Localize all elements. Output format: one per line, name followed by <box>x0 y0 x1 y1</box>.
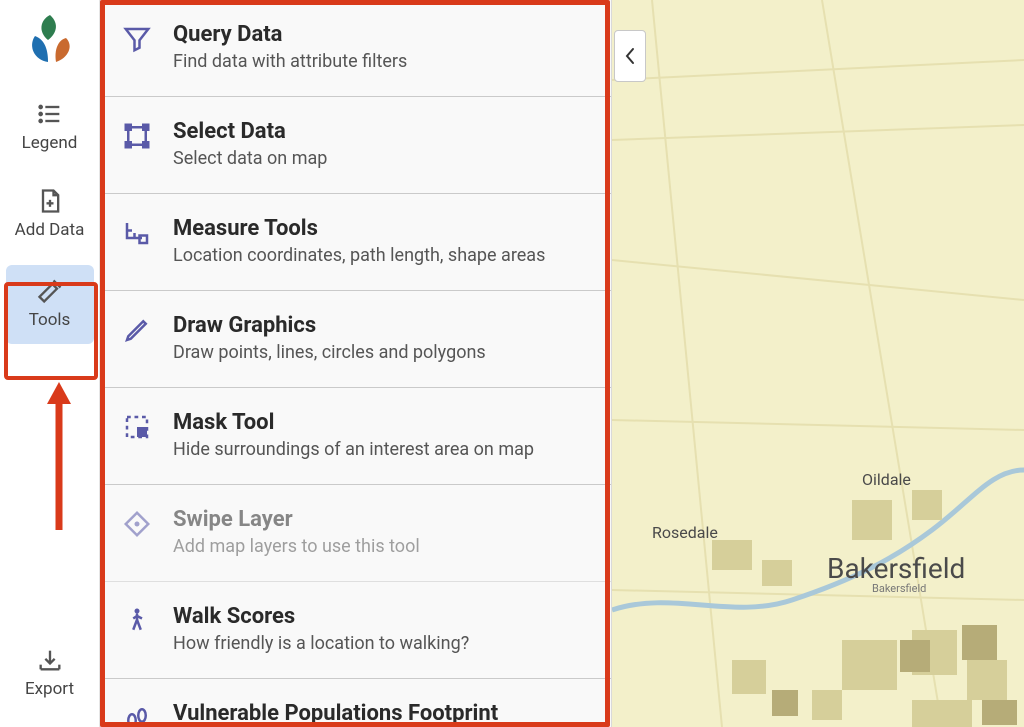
nav-add-data[interactable]: Add Data <box>6 175 94 254</box>
map-canvas[interactable]: Oildale Rosedale Bakersfield Bakersfield <box>612 0 1024 727</box>
nav-legend-label: Legend <box>22 134 78 153</box>
tools-panel-container: Query Data Find data with attribute filt… <box>100 0 612 727</box>
tool-vuln-title: Vulnerable Populations Footprint <box>173 701 498 726</box>
download-icon <box>36 646 64 674</box>
tool-mask[interactable]: Mask Tool Hide surroundings of an intere… <box>101 388 611 485</box>
tool-walk-title: Walk Scores <box>173 604 469 629</box>
map-label-oildale: Oildale <box>862 470 911 489</box>
pencil-icon <box>121 315 153 347</box>
tool-select-data[interactable]: Select Data Select data on map <box>101 97 611 194</box>
nav-add-data-label: Add Data <box>15 221 85 240</box>
tool-mask-title: Mask Tool <box>173 410 534 435</box>
sidebar-nav: Legend Add Data Tools Export <box>0 0 100 727</box>
file-plus-icon <box>36 187 64 215</box>
tool-vulnerable-populations[interactable]: Vulnerable Populations Footprint <box>101 679 611 727</box>
chevron-left-icon <box>624 47 636 65</box>
nav-tools[interactable]: Tools <box>6 265 94 344</box>
tool-mask-desc: Hide surroundings of an interest area on… <box>173 439 534 460</box>
tool-draw[interactable]: Draw Graphics Draw points, lines, circle… <box>101 291 611 388</box>
tool-measure[interactable]: Measure Tools Location coordinates, path… <box>101 194 611 291</box>
tool-query-data-title: Query Data <box>173 22 407 47</box>
list-icon <box>36 100 64 128</box>
tool-draw-title: Draw Graphics <box>173 313 486 338</box>
tool-swipe-layer: Swipe Layer Add map layers to use this t… <box>101 485 611 582</box>
nav-export[interactable]: Export <box>6 634 94 713</box>
walk-icon <box>121 606 153 638</box>
bounding-box-icon <box>121 121 153 153</box>
tool-walk-desc: How friendly is a location to walking? <box>173 633 469 654</box>
tools-icon <box>36 277 64 305</box>
map-label-bakersfield: Bakersfield <box>827 552 965 585</box>
footprint-icon <box>121 703 153 727</box>
tool-draw-desc: Draw points, lines, circles and polygons <box>173 342 486 363</box>
tool-swipe-desc: Add map layers to use this tool <box>173 536 420 557</box>
mask-icon <box>121 412 153 444</box>
tools-panel: Query Data Find data with attribute filt… <box>100 0 612 727</box>
ruler-icon <box>121 218 153 250</box>
nav-legend[interactable]: Legend <box>6 88 94 167</box>
nav-export-label: Export <box>25 680 74 699</box>
nav-tools-label: Tools <box>29 311 71 330</box>
tool-walk-scores[interactable]: Walk Scores How friendly is a location t… <box>101 582 611 679</box>
tool-query-data[interactable]: Query Data Find data with attribute filt… <box>101 0 611 97</box>
tool-measure-title: Measure Tools <box>173 216 545 241</box>
tool-select-data-title: Select Data <box>173 119 327 144</box>
app-logo <box>20 10 80 70</box>
swipe-icon <box>121 509 153 541</box>
collapse-panel-button[interactable] <box>614 30 646 82</box>
tool-select-data-desc: Select data on map <box>173 148 327 169</box>
map-label-rosedale: Rosedale <box>652 523 718 542</box>
tool-query-data-desc: Find data with attribute filters <box>173 51 407 72</box>
tool-swipe-title: Swipe Layer <box>173 507 420 532</box>
map-label-bakersfield-sub: Bakersfield <box>872 582 926 595</box>
funnel-icon <box>121 24 153 56</box>
annotation-arrow-icon <box>44 382 74 532</box>
tool-measure-desc: Location coordinates, path length, shape… <box>173 245 545 266</box>
